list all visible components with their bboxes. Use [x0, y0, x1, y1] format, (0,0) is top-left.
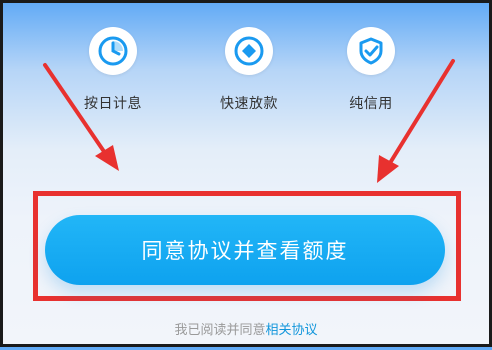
agree-and-view-limit-button[interactable]: 同意协议并查看额度	[45, 215, 445, 285]
agreement-link[interactable]: 相关协议	[266, 323, 318, 338]
agreement-prefix: 我已阅读并同意	[174, 323, 266, 338]
agreement-text: 我已阅读并同意相关协议	[3, 319, 489, 338]
